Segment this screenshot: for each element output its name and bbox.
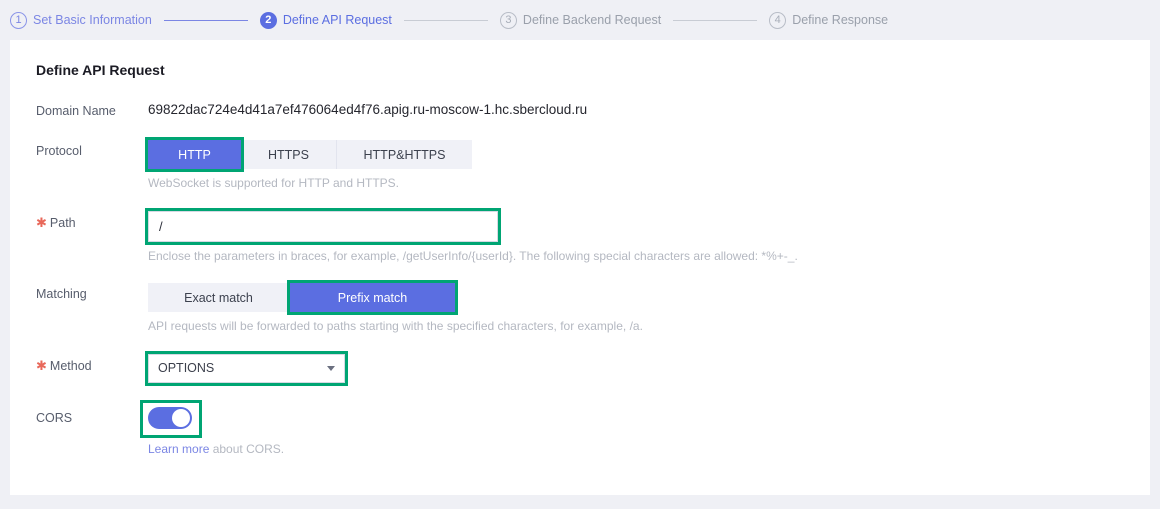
method-select[interactable]: OPTIONS — [148, 353, 345, 383]
cors-toggle[interactable] — [148, 406, 192, 429]
matching-label: Matching — [36, 287, 87, 302]
path-label: ✱ Path — [36, 214, 76, 230]
step-2-label: Define API Request — [282, 13, 392, 27]
step-4-label: Define Response — [792, 13, 889, 27]
method-label: ✱ Method — [36, 357, 92, 373]
step-define-backend-request[interactable]: 3 Define Backend Request — [499, 11, 662, 29]
matching-segmented-control[interactable]: Exact match Prefix match — [148, 283, 455, 313]
step-3-label: Define Backend Request — [522, 13, 662, 27]
method-selected-value: OPTIONS — [158, 361, 215, 376]
required-asterisk-path: ✱ — [36, 214, 47, 230]
matching-row: Matching Exact match Prefix match API re… — [36, 280, 1150, 335]
path-hint: Enclose the parameters in braces, for ex… — [148, 248, 798, 263]
path-input[interactable] — [148, 210, 498, 242]
step-set-basic-information[interactable]: 1 Set Basic Information — [10, 11, 152, 29]
protocol-label: Protocol — [36, 144, 82, 158]
step-connector-1 — [163, 19, 248, 21]
api-request-form: Domain Name 69822dac724e4d41a7ef476064ed… — [10, 78, 1150, 457]
method-row: ✱ Method OPTIONS — [36, 350, 1150, 386]
protocol-segmented-control[interactable]: HTTP HTTPS HTTP&HTTPS — [148, 140, 472, 169]
domain-name-label: Domain Name — [36, 104, 116, 118]
step-3-number: 3 — [499, 11, 517, 29]
define-api-request-card: Define API Request Domain Name 69822dac7… — [10, 40, 1150, 495]
matching-option-exact-match[interactable]: Exact match — [148, 283, 290, 313]
wizard-stepper: 1 Set Basic Information 2 Define API Req… — [0, 0, 1160, 40]
protocol-option-https[interactable]: HTTPS — [241, 140, 337, 169]
step-connector-2 — [403, 19, 488, 21]
matching-option-prefix-match[interactable]: Prefix match — [290, 283, 455, 313]
cors-hint-rest: about CORS. — [209, 441, 285, 456]
cors-row: CORS Learn more about CORS. — [36, 399, 1150, 458]
step-define-api-request[interactable]: 2 Define API Request — [259, 11, 392, 29]
step-4-number: 4 — [769, 11, 787, 29]
matching-hint: API requests will be forwarded to paths … — [148, 319, 643, 334]
required-asterisk-method: ✱ — [36, 357, 47, 373]
protocol-option-http[interactable]: HTTP — [148, 140, 241, 169]
cors-toggle-knob — [172, 408, 190, 427]
protocol-row: Protocol HTTP HTTPS HTTP&HTTPS WebSocket… — [36, 137, 1150, 192]
protocol-hint: WebSocket is supported for HTTP and HTTP… — [148, 176, 399, 190]
page-title: Define API Request — [36, 62, 165, 78]
domain-name-row: Domain Name 69822dac724e4d41a7ef476064ed… — [36, 100, 1150, 118]
step-connector-3 — [673, 19, 758, 21]
domain-name-value: 69822dac724e4d41a7ef476064ed4f76.apig.ru… — [148, 102, 588, 117]
chevron-down-icon[interactable] — [327, 365, 335, 371]
step-define-response[interactable]: 4 Define Response — [769, 11, 889, 29]
step-1-number: 1 — [10, 11, 27, 29]
cors-hint: Learn more about CORS. — [148, 442, 1150, 458]
path-row: ✱Path Enclose the parameters in braces, … — [36, 207, 1150, 265]
step-2-number: 2 — [259, 11, 277, 29]
protocol-option-http-and-https[interactable]: HTTP&HTTPS — [337, 140, 472, 169]
cors-label: CORS — [36, 410, 73, 425]
step-1-label: Set Basic Information — [33, 13, 152, 27]
learn-more-link[interactable]: Learn more — [148, 442, 209, 456]
